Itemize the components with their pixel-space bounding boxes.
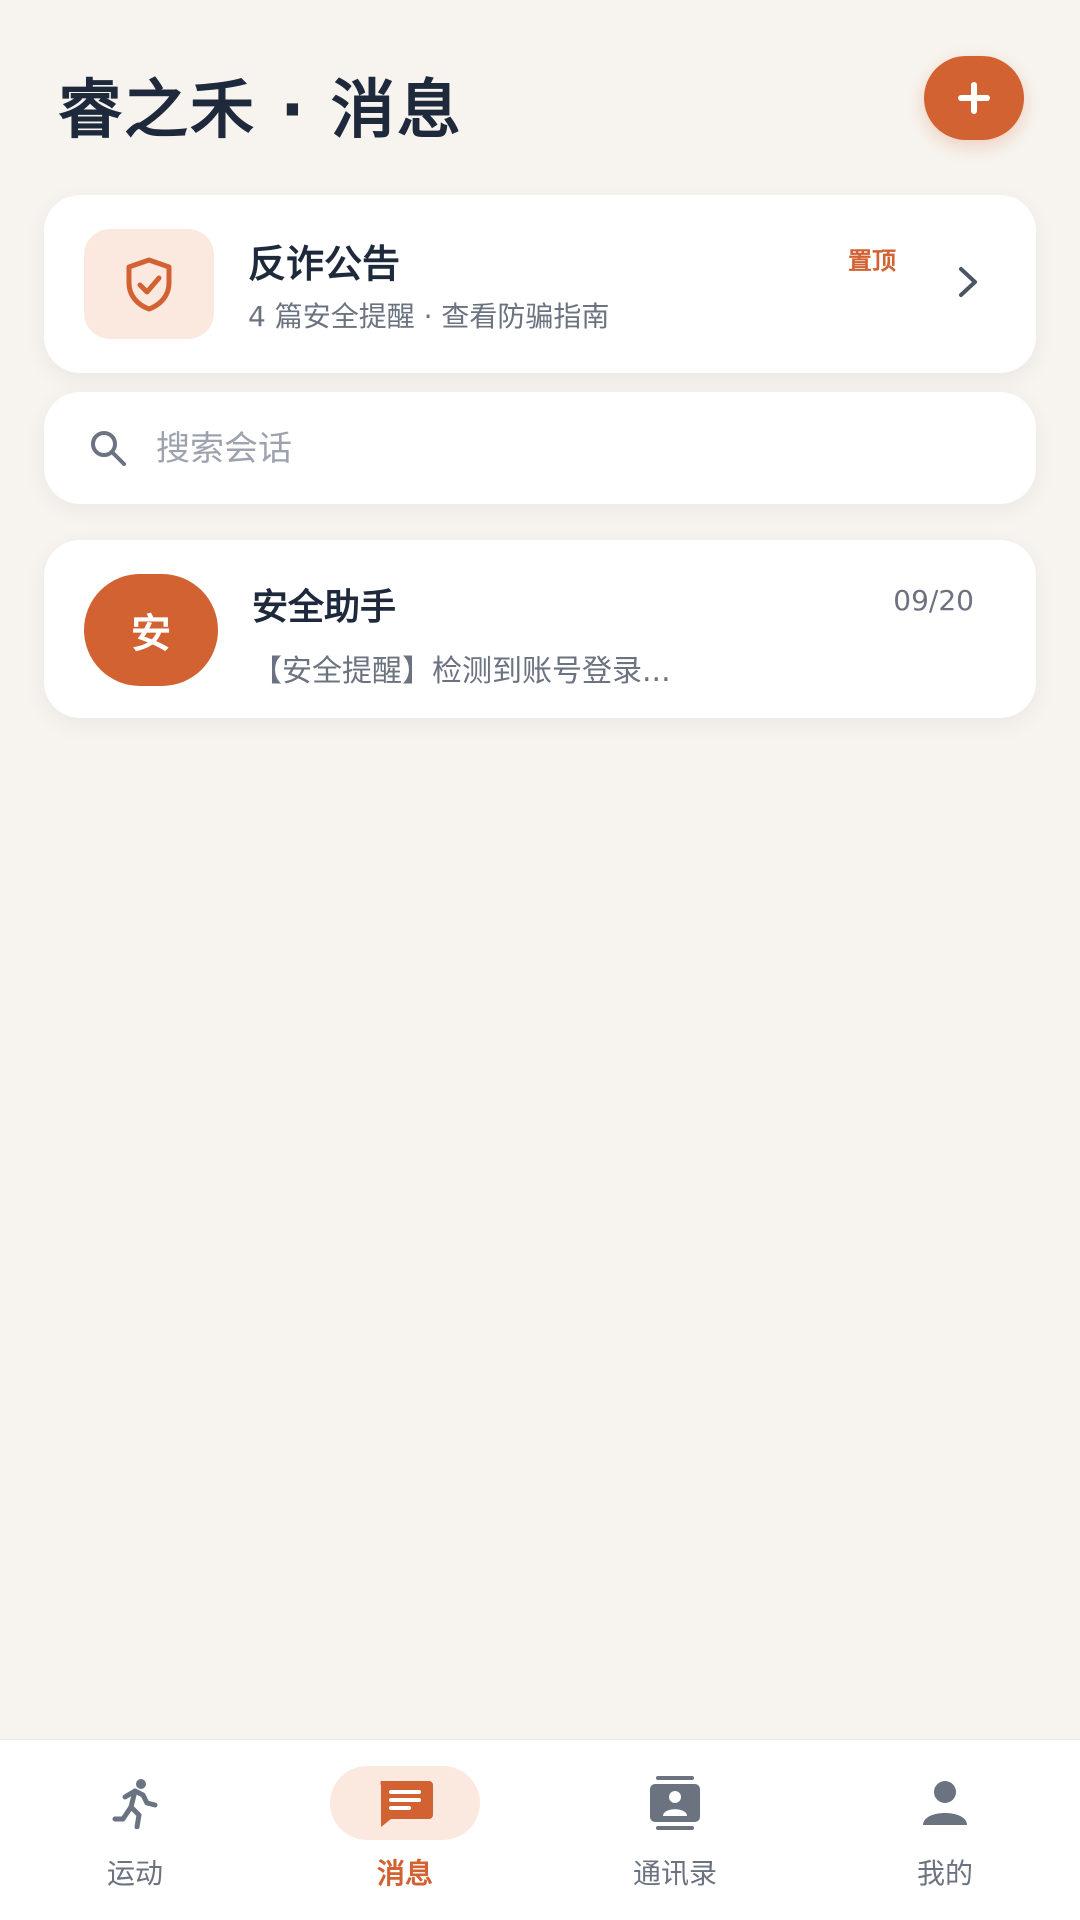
chevron-right-icon xyxy=(956,265,980,303)
nav-label: 我的 xyxy=(916,1857,973,1890)
avatar: 安 xyxy=(84,574,218,686)
shield-check-icon xyxy=(126,257,172,312)
conversation-time: 09/20 xyxy=(893,584,974,617)
nav-item-messages[interactable]: 消息 xyxy=(270,1740,540,1920)
nav-label: 通讯录 xyxy=(632,1857,717,1890)
message-icon xyxy=(380,1781,433,1827)
bottom-navigation: 运动 消息 通讯录 我的 xyxy=(0,1739,1080,1920)
messages-page: 睿之禾 · 消息 反诈公告 4 篇安全提醒 · 查看防骗指南 置顶 搜索会话 安… xyxy=(0,0,1080,1920)
plus-icon xyxy=(958,82,990,114)
contacts-icon xyxy=(650,1776,700,1830)
conversation-item[interactable]: 安 安全助手 09/20 【安全提醒】检测到账号登录... xyxy=(44,540,1036,718)
conversation-name: 安全助手 xyxy=(252,587,397,628)
nav-label: 消息 xyxy=(376,1857,433,1890)
notice-subtitle: 4 篇安全提醒 · 查看防骗指南 xyxy=(248,300,610,333)
add-button[interactable] xyxy=(924,56,1024,140)
nav-item-profile[interactable]: 我的 xyxy=(810,1740,1080,1920)
anti-fraud-notice-card[interactable]: 反诈公告 4 篇安全提醒 · 查看防骗指南 置顶 xyxy=(44,195,1036,373)
run-icon xyxy=(112,1779,158,1829)
pinned-badge: 置顶 xyxy=(848,247,896,275)
search-icon xyxy=(91,431,126,466)
search-bar[interactable] xyxy=(44,392,1036,504)
page-title: 睿之禾 · 消息 xyxy=(58,74,463,148)
nav-item-sport[interactable]: 运动 xyxy=(0,1740,270,1920)
conversation-preview: 【安全提醒】检测到账号登录... xyxy=(252,654,671,689)
search-input[interactable] xyxy=(154,416,958,482)
person-icon xyxy=(923,1781,967,1825)
notice-title: 反诈公告 xyxy=(248,242,401,286)
nav-label: 运动 xyxy=(106,1857,163,1890)
notice-icon-container xyxy=(84,229,214,339)
nav-item-contacts[interactable]: 通讯录 xyxy=(540,1740,810,1920)
